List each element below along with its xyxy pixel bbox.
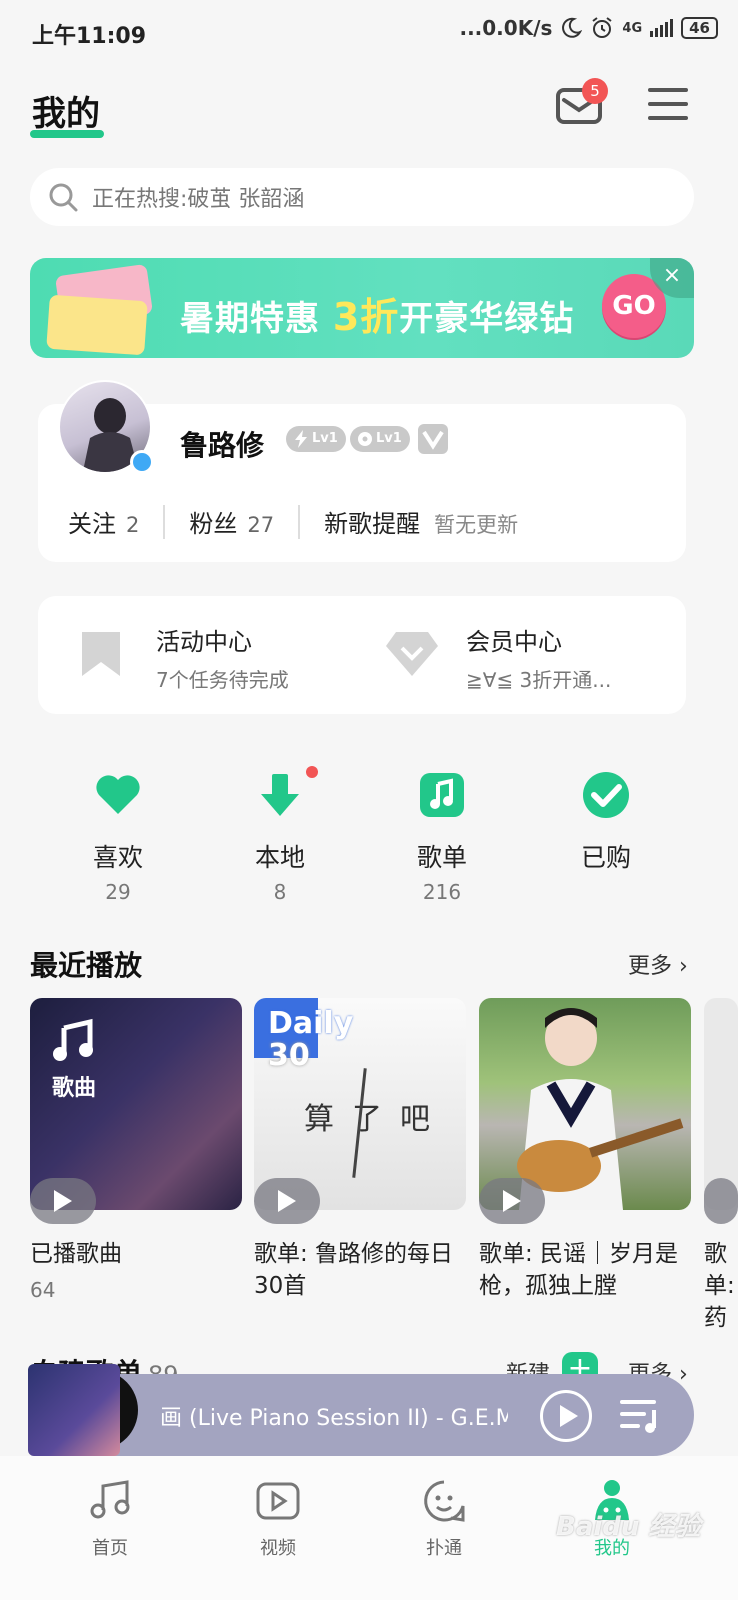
vip-center-title: 会员中心 [466, 628, 562, 656]
play-button[interactable] [30, 1178, 96, 1224]
cassette-illustration-2 [46, 294, 148, 356]
tile-caption[interactable]: 已播歌曲 [30, 1238, 245, 1270]
player-song-title[interactable]: 画 (Live Piano Session II) - G.E.M. [160, 1400, 508, 1432]
quick-purchased[interactable]: 已购 [556, 770, 656, 880]
nav-video[interactable]: 视频 [228, 1478, 328, 1560]
network-type: 4G [622, 20, 643, 36]
cover-calligraphy: 算了吧 [304, 1102, 448, 1137]
moon-icon [562, 17, 583, 38]
promo-banner[interactable]: 暑期特惠 3折开豪华绿钻 GO × [30, 258, 694, 358]
tile-caption[interactable]: 歌单: 药 [704, 1238, 738, 1334]
status-bar: 上午11:09 ...0.0K/s 4G 46 [0, 0, 738, 64]
chevron-right-icon: › [679, 1362, 688, 1387]
new-song-reminder[interactable]: 新歌提醒 暂无更新 [324, 504, 518, 539]
signal-icon [650, 19, 674, 37]
tile-count: 64 [30, 1278, 56, 1302]
divider [298, 504, 301, 539]
play-icon [54, 1190, 72, 1212]
level-badge-music[interactable]: Lv1 [350, 426, 410, 452]
play-button[interactable] [254, 1178, 320, 1224]
follow-stat[interactable]: 关注 2 [68, 504, 139, 539]
banner-text: 暑期特惠 3折开豪华绿钻 [180, 295, 575, 339]
play-icon [503, 1190, 521, 1212]
play-button[interactable] [704, 1178, 738, 1224]
video-icon [256, 1482, 300, 1520]
search-icon [49, 183, 78, 212]
activity-center-title: 活动中心 [156, 628, 252, 656]
recent-more-link[interactable]: 更多 › [628, 948, 688, 980]
status-time: 上午11:09 [32, 24, 147, 49]
quick-liked[interactable]: 喜欢 29 [68, 770, 168, 904]
quick-playlists[interactable]: 歌单 216 [392, 770, 492, 904]
play-icon [560, 1405, 578, 1427]
daily-label: Daily [268, 1006, 354, 1041]
mail-badge: 5 [582, 78, 608, 104]
battery-icon: 46 [681, 17, 718, 39]
local-new-dot [306, 766, 318, 778]
search-bar[interactable]: 正在热搜:破茧 张韶涵 [30, 168, 694, 226]
chevron-right-icon: › [679, 954, 688, 979]
player-play-button[interactable] [540, 1390, 592, 1442]
disc-icon [358, 432, 372, 446]
nav-home[interactable]: 首页 [60, 1478, 160, 1560]
recent-section-title: 最近播放 [30, 949, 143, 982]
diamond-icon [386, 632, 438, 676]
username[interactable]: 鲁路修 [180, 424, 264, 464]
vip-badge[interactable] [418, 424, 448, 454]
heart-icon [96, 775, 140, 814]
play-icon [278, 1190, 296, 1212]
bookmark-icon [82, 632, 120, 676]
profile-stats: 关注 2 粉丝 27 新歌提醒 暂无更新 [68, 504, 518, 539]
level-badge-lightning[interactable]: Lv1 [286, 426, 346, 452]
tile-overlay-label: 歌曲 [52, 1076, 97, 1101]
tile-caption[interactable]: 歌单: 鲁路修的每日30首 [254, 1238, 466, 1302]
status-indicators: ...0.0K/s 4G 46 [459, 16, 718, 40]
music-note-icon [420, 773, 464, 817]
chat-face-icon [424, 1480, 465, 1522]
lightning-icon [295, 430, 307, 448]
page-title[interactable]: 我的 [32, 86, 100, 135]
play-button[interactable] [479, 1178, 545, 1224]
player-cover-art[interactable] [28, 1364, 120, 1456]
center-card [38, 596, 686, 714]
avatar-status-badge [130, 450, 154, 474]
menu-button[interactable] [648, 88, 688, 122]
search-placeholder: 正在热搜:破茧 张韶涵 [92, 187, 305, 212]
watermark: Baidu 经验 [556, 1512, 701, 1542]
tile-caption[interactable]: 歌单: 民谣｜岁月是枪，孤独上膛 [479, 1238, 691, 1302]
nav-putong[interactable]: 扑通 [394, 1478, 494, 1560]
activity-center-subtitle: 7个任务待完成 [156, 668, 289, 692]
daily-number: 30 [268, 1038, 310, 1073]
music-note-icon [53, 1018, 93, 1061]
check-icon [583, 772, 629, 818]
alarm-icon [592, 17, 613, 38]
net-speed: ...0.0K/s [459, 16, 553, 40]
quick-local[interactable]: 本地 8 [230, 770, 330, 904]
v-icon [422, 430, 444, 450]
vip-center-subtitle: ≧∀≦ 3折开通... [466, 668, 612, 692]
playlist-icon[interactable] [620, 1396, 664, 1436]
download-icon [261, 774, 299, 816]
home-note-icon [90, 1480, 130, 1519]
divider [163, 504, 166, 539]
fans-stat[interactable]: 粉丝 27 [189, 504, 274, 539]
title-underline [30, 130, 104, 138]
